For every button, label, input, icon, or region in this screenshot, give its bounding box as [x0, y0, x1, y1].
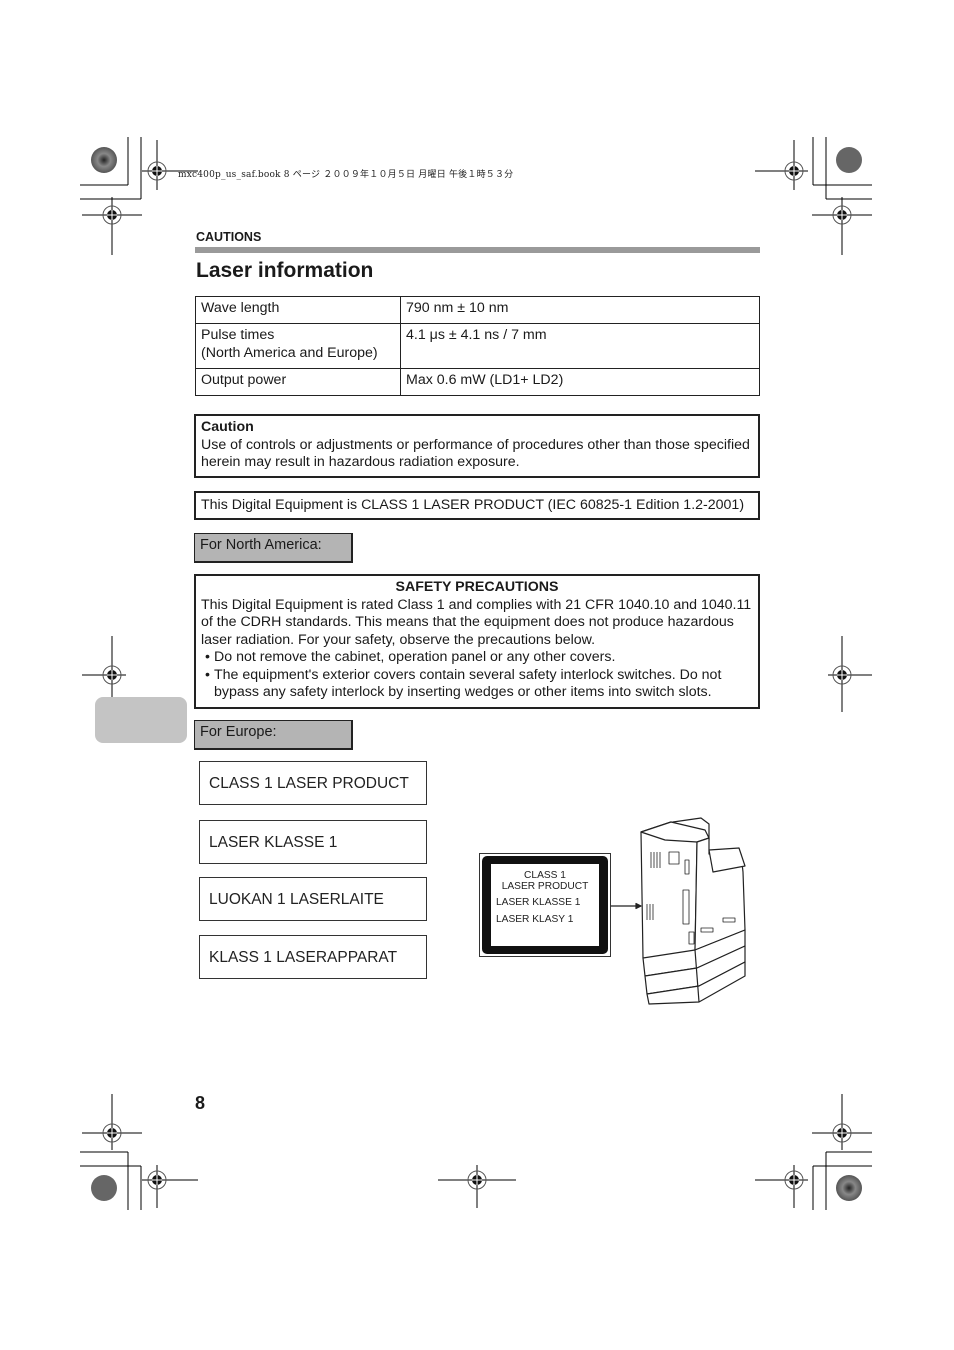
spec-label: Wave length	[195, 296, 401, 324]
class-statement-box: This Digital Equipment is CLASS 1 LASER …	[194, 491, 760, 520]
page-number: 8	[195, 1093, 206, 1113]
europe-heading: For Europe:	[194, 720, 353, 750]
page-title: Laser information	[196, 259, 374, 282]
caution-box: Caution Use of controls or adjustments o…	[194, 414, 760, 478]
europe-label-en: CLASS 1 LASER PRODUCT	[199, 761, 427, 805]
laser-warning-label: CLASS 1 LASER PRODUCT LASER KLASSE 1 LAS…	[479, 853, 611, 957]
sign-line-4: LASER KLASY 1	[496, 914, 574, 925]
printer-illustration	[611, 817, 746, 1005]
caution-title: Caution	[201, 419, 254, 435]
spec-value: 790 nm ± 10 nm	[400, 296, 760, 324]
sign-line-2: LASER PRODUCT	[501, 881, 589, 892]
safety-precautions-box: SAFETY PRECAUTIONS This Digital Equipmen…	[194, 574, 760, 709]
spec-value: 4.1 μs ± 4.1 ns / 7 mm	[400, 323, 760, 369]
spec-value: Max 0.6 mW (LD1+ LD2)	[400, 368, 760, 396]
safety-bullet-list: Do not remove the cabinet, operation pan…	[201, 649, 753, 702]
north-america-heading: For North America:	[194, 533, 353, 563]
section-divider	[195, 247, 760, 253]
spec-label: Output power	[195, 368, 401, 396]
safety-title: SAFETY PRECAUTIONS	[395, 579, 559, 595]
table-row: Pulse times (North America and Europe) 4…	[195, 323, 760, 369]
caution-text: Use of controls or adjustments or perfor…	[201, 436, 750, 471]
list-item: Do not remove the cabinet, operation pan…	[201, 649, 753, 667]
sign-line-3: LASER KLASSE 1	[496, 897, 581, 908]
table-row: Wave length 790 nm ± 10 nm	[195, 296, 760, 324]
spec-label: Pulse times (North America and Europe)	[195, 323, 401, 369]
table-row: Output power Max 0.6 mW (LD1+ LD2)	[195, 368, 760, 396]
safety-text: This Digital Equipment is rated Class 1 …	[201, 596, 752, 648]
chapter-side-tab	[95, 697, 187, 743]
section-label: CAUTIONS	[196, 230, 262, 244]
europe-label-fi: LUOKAN 1 LASERLAITE	[199, 877, 427, 921]
pointer-arrowhead	[635, 902, 642, 910]
spec-label-line2: (North America and Europe)	[201, 344, 378, 361]
europe-label-sv: KLASS 1 LASERAPPARAT	[199, 935, 427, 979]
laser-spec-table: Wave length 790 nm ± 10 nm Pulse times (…	[195, 296, 760, 396]
sign-line-1: CLASS 1	[524, 870, 566, 881]
list-item: The equipment's exterior covers contain …	[201, 667, 753, 702]
europe-label-de: LASER KLASSE 1	[199, 820, 427, 864]
spec-label-line1: Pulse times	[201, 327, 275, 343]
